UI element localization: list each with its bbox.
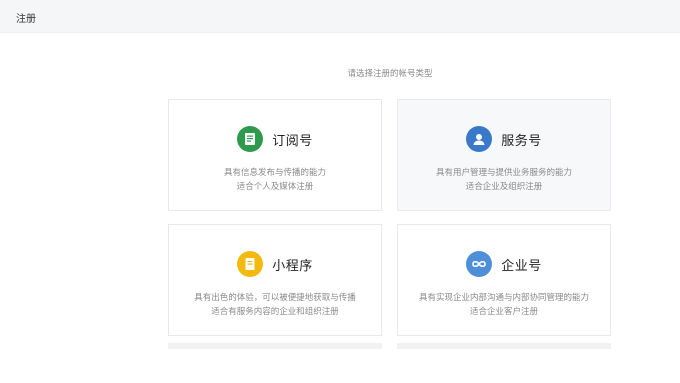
divider bbox=[168, 343, 382, 349]
link-icon bbox=[466, 251, 493, 277]
page-icon bbox=[237, 251, 264, 277]
card-header: 服务号 bbox=[398, 125, 610, 153]
card-desc-line1: 具有实现企业内部沟通与内部协同管理的能力 bbox=[418, 293, 589, 303]
divider bbox=[397, 343, 611, 349]
card-title: 订阅号 bbox=[272, 133, 313, 149]
card-header: 小程序 bbox=[169, 250, 381, 278]
card-header: 订阅号 bbox=[169, 125, 381, 153]
card-title: 企业号 bbox=[501, 258, 542, 274]
mini-program-card[interactable]: 小程序 具有出色的体验，可以被便捷地获取与传播 适合有服务内容的企业和组织注册 bbox=[168, 224, 382, 336]
card-description: 具有出色的体验，可以被便捷地获取与传播 适合有服务内容的企业和组织注册 bbox=[169, 291, 381, 319]
document-icon bbox=[237, 126, 264, 152]
card-desc-line2: 适合有服务内容的企业和组织注册 bbox=[211, 307, 339, 317]
card-desc-line2: 适合企业客户注册 bbox=[469, 307, 538, 317]
enterprise-account-card[interactable]: 企业号 具有实现企业内部沟通与内部协同管理的能力 适合企业客户注册 bbox=[397, 224, 611, 336]
card-desc-line2: 适合个人及媒体注册 bbox=[236, 182, 314, 192]
card-title: 小程序 bbox=[272, 258, 313, 274]
card-desc-line2: 适合企业及组织注册 bbox=[465, 182, 543, 192]
account-type-prompt: 请选择注册的帐号类型 bbox=[347, 69, 433, 79]
card-desc-line1: 具有信息发布与传播的能力 bbox=[223, 168, 326, 178]
subscription-account-card[interactable]: 订阅号 具有信息发布与传播的能力 适合个人及媒体注册 bbox=[168, 99, 382, 211]
card-desc-line1: 具有用户管理与提供业务服务的能力 bbox=[435, 168, 572, 178]
card-header: 企业号 bbox=[398, 250, 610, 278]
card-title: 服务号 bbox=[501, 133, 542, 149]
card-description: 具有实现企业内部沟通与内部协同管理的能力 适合企业客户注册 bbox=[398, 291, 610, 319]
user-icon bbox=[466, 126, 493, 152]
card-description: 具有信息发布与传播的能力 适合个人及媒体注册 bbox=[169, 166, 381, 194]
top-bar: 注册 bbox=[0, 0, 680, 33]
card-desc-line1: 具有出色的体验，可以被便捷地获取与传播 bbox=[194, 293, 356, 303]
service-account-card[interactable]: 服务号 具有用户管理与提供业务服务的能力 适合企业及组织注册 bbox=[397, 99, 611, 211]
card-description: 具有用户管理与提供业务服务的能力 适合企业及组织注册 bbox=[398, 166, 610, 194]
page-title: 注册 bbox=[16, 14, 36, 25]
